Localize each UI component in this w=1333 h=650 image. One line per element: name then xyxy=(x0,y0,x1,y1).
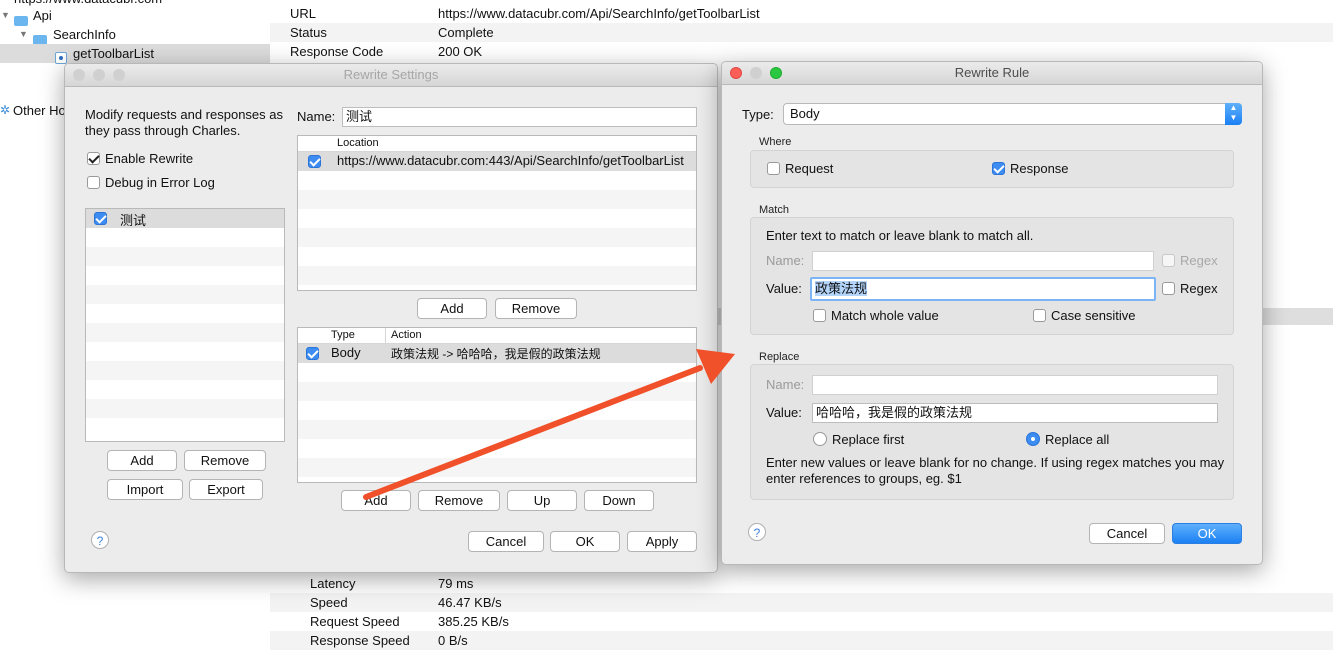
arrow-shaft xyxy=(363,365,703,500)
annotation-arrow xyxy=(363,349,735,500)
